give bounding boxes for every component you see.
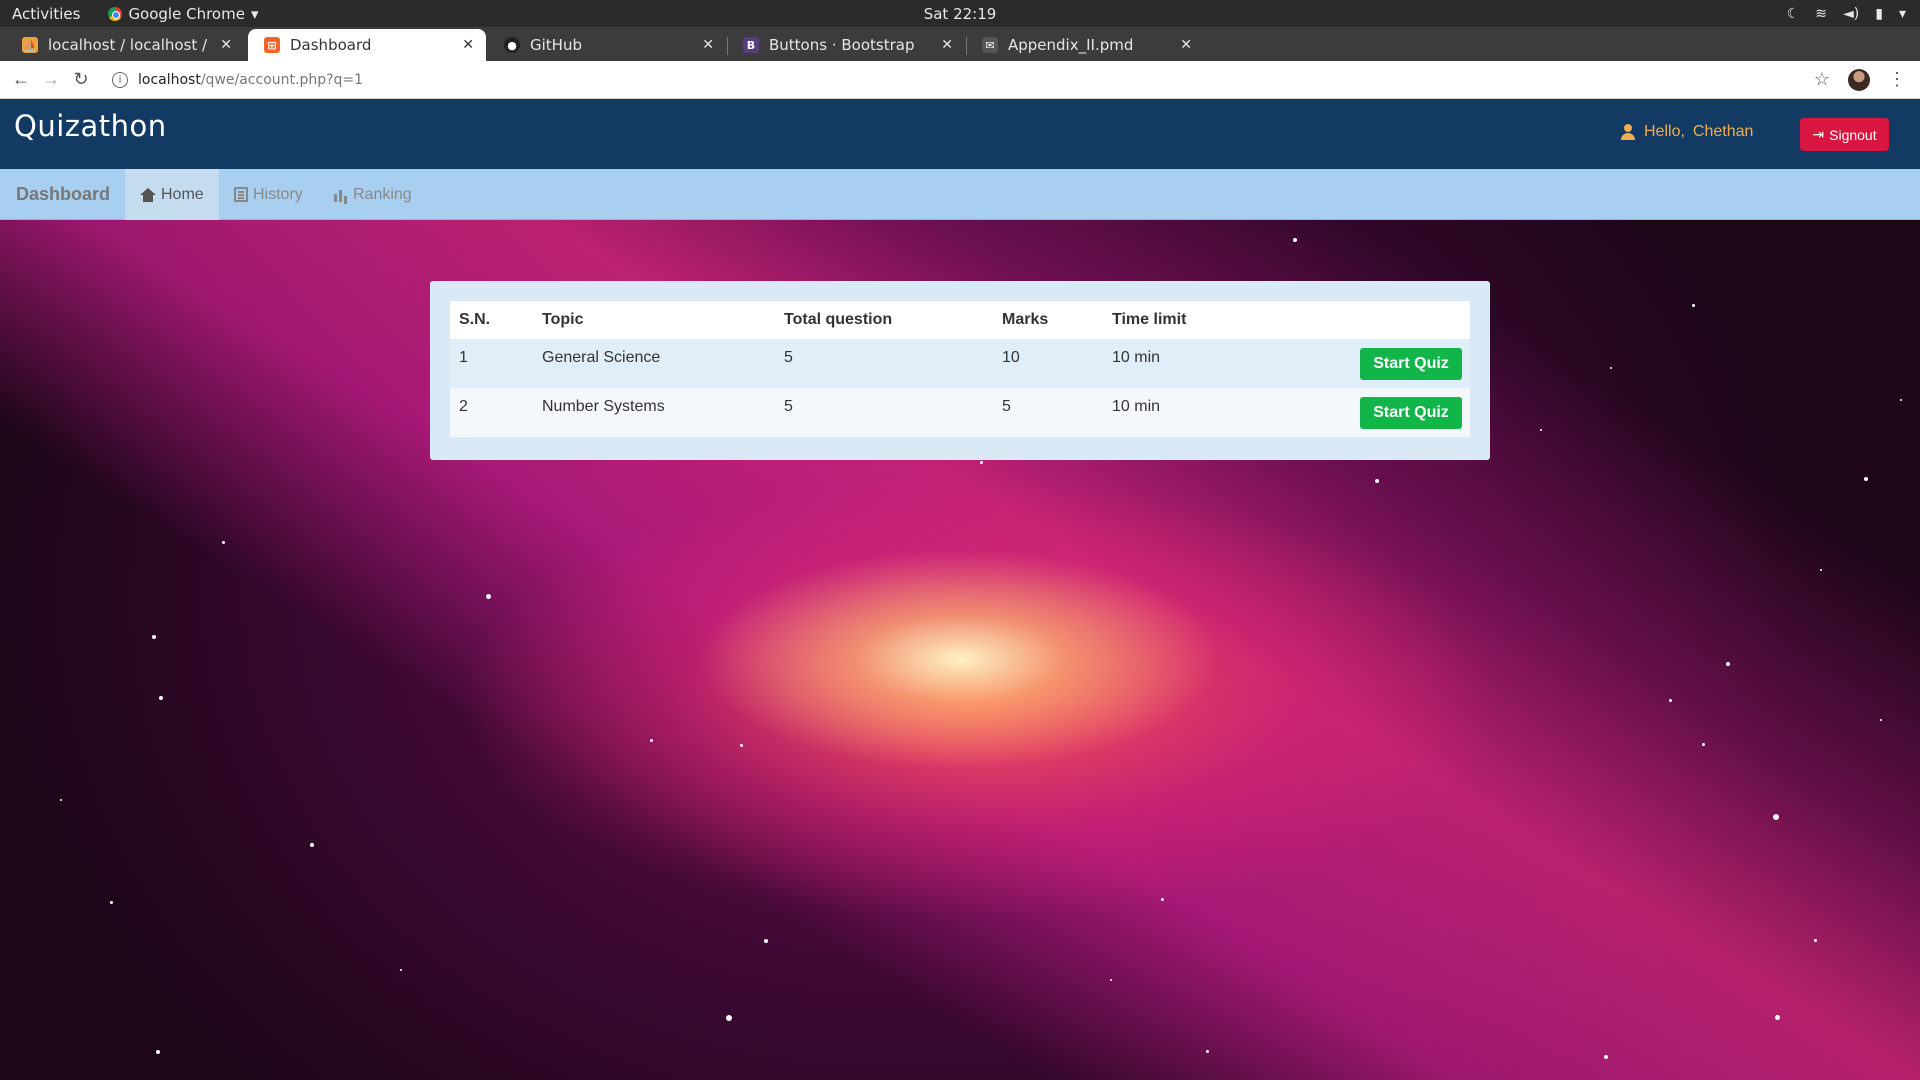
app-menu-label: Google Chrome [128, 4, 245, 23]
table-row: 2 Number Systems 5 5 10 min Start Quiz [450, 388, 1470, 437]
cell-time-limit: 10 min [1112, 398, 1161, 415]
tab-appendix[interactable]: ✉ Appendix_II.pmd ✕ [966, 29, 1204, 61]
volume-icon: ◄) [1843, 5, 1860, 22]
cell-action: Start Quiz [1253, 339, 1470, 388]
signout-button[interactable]: ⇥ Signout [1800, 118, 1889, 151]
cell-topic: Number Systems [542, 398, 665, 415]
user-greeting: Hello, Chethan [1620, 123, 1753, 141]
navbar-brand[interactable]: Dashboard [16, 184, 110, 205]
reload-icon[interactable]: ↻ [66, 69, 96, 90]
night-light-icon: ☾ [1786, 5, 1800, 22]
tab-title: GitHub [530, 36, 582, 54]
tab-strip: ⛵ localhost / localhost / pro ✕ ⊞ Dashbo… [0, 27, 1920, 80]
site-logo[interactable]: Quizathon [14, 109, 167, 143]
document-favicon-icon: ✉ [982, 37, 998, 53]
forward-icon[interactable]: → [36, 69, 66, 90]
user-icon [1620, 124, 1636, 140]
tab-dashboard[interactable]: ⊞ Dashboard ✕ [248, 29, 486, 61]
nav-item-home[interactable]: Home [125, 169, 219, 220]
cell-time-limit: 10 min [1112, 349, 1161, 366]
close-icon[interactable]: ✕ [462, 37, 474, 53]
caret-down-icon: ▾ [1898, 5, 1906, 22]
column-header-action [1253, 301, 1470, 339]
table-header-row: S.N. Topic Total question Marks Time lim… [450, 301, 1470, 339]
main-navbar: Dashboard Home History Ranking [0, 169, 1920, 220]
url-host: localhost [138, 71, 201, 88]
start-quiz-button[interactable]: Start Quiz [1360, 348, 1462, 380]
info-icon[interactable]: i [112, 71, 128, 88]
table-row: 1 General Science 5 10 10 min Start Quiz [450, 339, 1470, 388]
tab-title: Dashboard [290, 36, 372, 54]
close-icon[interactable]: ✕ [1180, 37, 1192, 53]
url-path: /qwe/account.php?q=1 [200, 71, 364, 88]
nav-item-history[interactable]: History [219, 169, 318, 220]
battery-icon: ▮ [1875, 5, 1883, 22]
log-out-icon: ⇥ [1812, 126, 1825, 142]
activities-button[interactable]: Activities [12, 5, 80, 23]
chrome-icon [108, 6, 123, 21]
github-favicon-icon: ● [504, 37, 520, 53]
close-icon[interactable]: ✕ [220, 37, 232, 53]
system-tray[interactable]: ☾ ≋ ◄) ▮ ▾ [1787, 6, 1906, 22]
bar-chart-icon [334, 188, 348, 202]
nav-item-label: Home [161, 185, 204, 203]
cell-total-question: 5 [784, 349, 793, 366]
clock[interactable]: Sat 22:19 [924, 5, 997, 23]
cell-marks: 10 [1002, 349, 1020, 366]
column-header: Topic [542, 311, 584, 328]
close-icon[interactable]: ✕ [941, 37, 953, 53]
tab-localhost[interactable]: ⛵ localhost / localhost / pro ✕ [6, 29, 244, 61]
quiz-panel: S.N. Topic Total question Marks Time lim… [430, 281, 1490, 460]
home-icon [140, 187, 156, 202]
page-favicon-icon: ⊞ [264, 37, 280, 53]
tab-title: Appendix_II.pmd [1008, 36, 1134, 54]
column-header: Time limit [1112, 311, 1187, 328]
column-header: Total question [784, 311, 893, 328]
site-header: Quizathon Hello, Chethan ⇥ Signout [0, 99, 1920, 169]
wifi-icon: ≋ [1815, 5, 1828, 22]
tab-github[interactable]: ● GitHub ✕ [488, 29, 726, 61]
profile-avatar[interactable] [1848, 68, 1870, 91]
username-link[interactable]: Chethan [1693, 123, 1754, 141]
os-top-bar: Activities Google Chrome ▾ Sat 22:19 ☾ ≋… [0, 0, 1920, 27]
cell-total-question: 5 [784, 398, 793, 415]
caret-down-icon: ▾ [250, 4, 259, 23]
address-bar[interactable]: i localhost/qwe/account.php?q=1 [112, 71, 364, 88]
nav-item-ranking[interactable]: Ranking [319, 169, 427, 220]
bookmark-star-icon[interactable]: ☆ [1814, 69, 1830, 90]
close-icon[interactable]: ✕ [702, 37, 714, 53]
signout-label: Signout [1829, 126, 1877, 143]
back-icon[interactable]: ← [6, 69, 36, 90]
cell-topic: General Science [542, 349, 661, 366]
browser-toolbar: ← → ↻ i localhost/qwe/account.php?q=1 ☆ … [0, 61, 1920, 99]
nav-item-label: History [253, 185, 303, 203]
app-menu[interactable]: Google Chrome ▾ [108, 5, 258, 23]
tab-title: Buttons · Bootstrap [769, 36, 915, 54]
nav-item-label: Ranking [353, 185, 412, 203]
start-quiz-button[interactable]: Start Quiz [1360, 397, 1462, 429]
tab-bootstrap[interactable]: B Buttons · Bootstrap ✕ [727, 29, 965, 61]
phpmyadmin-favicon-icon: ⛵ [22, 37, 38, 53]
column-header: S.N. [459, 311, 491, 328]
hello-label: Hello, [1644, 123, 1685, 140]
cell-sn: 1 [459, 349, 468, 366]
quiz-table: S.N. Topic Total question Marks Time lim… [450, 301, 1470, 437]
column-header: Marks [1002, 311, 1049, 328]
cell-sn: 2 [459, 398, 468, 415]
page-viewport: Quizathon Hello, Chethan ⇥ Signout Dashb… [0, 99, 1920, 1080]
list-icon [234, 187, 248, 202]
tab-title: localhost / localhost / pro [48, 36, 212, 54]
bootstrap-favicon-icon: B [743, 37, 759, 53]
menu-kebab-icon[interactable]: ⋮ [1888, 69, 1906, 90]
cell-action: Start Quiz [1253, 388, 1470, 437]
cell-marks: 5 [1002, 398, 1011, 415]
